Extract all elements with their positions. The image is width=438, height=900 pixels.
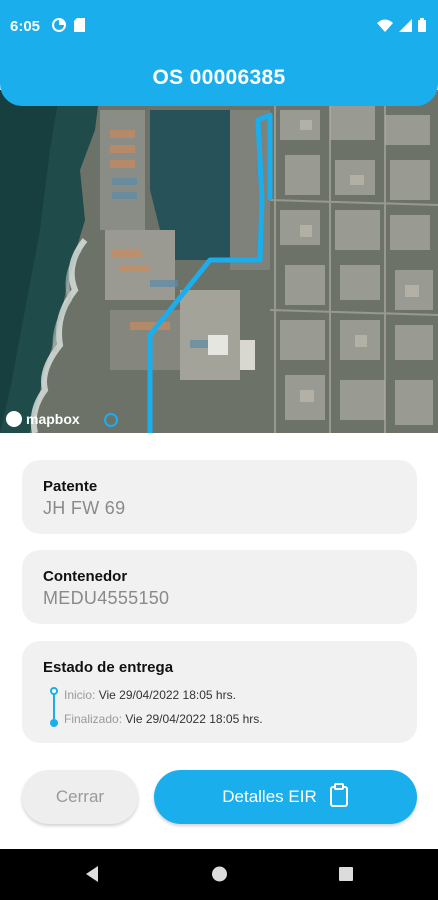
finalizado-value: Vie 29/04/2022 18:05 hrs.	[125, 712, 263, 726]
sd-card-icon	[74, 18, 85, 37]
timeline-finalizado-row: Finalizado: Vie 29/04/2022 18:05 hrs.	[64, 712, 263, 726]
back-icon[interactable]	[84, 865, 100, 888]
eir-details-label: Detalles EIR	[222, 787, 317, 806]
patente-value: JH FW 69	[43, 498, 126, 518]
status-time: 6:05	[10, 18, 41, 35]
mapbox-logo[interactable]: mapbox	[6, 411, 80, 427]
route-map[interactable]: mapbox	[0, 90, 438, 433]
timeline-inicio-row: Inicio: Vie 29/04/2022 18:05 hrs.	[64, 688, 236, 702]
data-saver-icon	[52, 18, 66, 37]
contenedor-value: MEDU4555150	[43, 588, 170, 608]
battery-icon	[418, 18, 426, 37]
inicio-label: Inicio:	[64, 688, 96, 702]
home-icon[interactable]	[211, 865, 228, 888]
close-button-label: Cerrar	[55, 787, 105, 806]
estado-card: Estado de entrega Inicio: Vie 29/04/2022…	[22, 641, 417, 743]
patente-label: Patente	[43, 478, 98, 495]
map-attribution-info-icon[interactable]	[104, 413, 118, 427]
system-nav-bar	[0, 849, 438, 900]
finalizado-label: Finalizado:	[64, 712, 123, 726]
clipboard-icon	[329, 782, 349, 812]
inicio-value: Vie 29/04/2022 18:05 hrs.	[98, 688, 236, 702]
wifi-icon	[377, 19, 393, 37]
app-header: OS 00006385	[0, 54, 438, 106]
close-button[interactable]: Cerrar	[22, 770, 138, 824]
status-bar: 6:05	[0, 0, 438, 54]
patente-card: Patente JH FW 69	[22, 460, 417, 534]
satellite-map-image	[0, 90, 438, 433]
mapbox-mark-icon	[6, 411, 22, 427]
eir-details-button[interactable]: Detalles EIR	[154, 770, 417, 824]
contenedor-card: Contenedor MEDU4555150	[22, 550, 417, 624]
timeline-line	[53, 693, 55, 719]
cell-signal-icon	[399, 18, 412, 37]
timeline-end-dot	[50, 719, 58, 727]
page-title: OS 00006385	[152, 66, 286, 89]
mapbox-wordmark: mapbox	[26, 411, 80, 427]
contenedor-label: Contenedor	[43, 568, 128, 585]
estado-label: Estado de entrega	[43, 659, 174, 676]
recents-icon[interactable]	[338, 865, 354, 888]
